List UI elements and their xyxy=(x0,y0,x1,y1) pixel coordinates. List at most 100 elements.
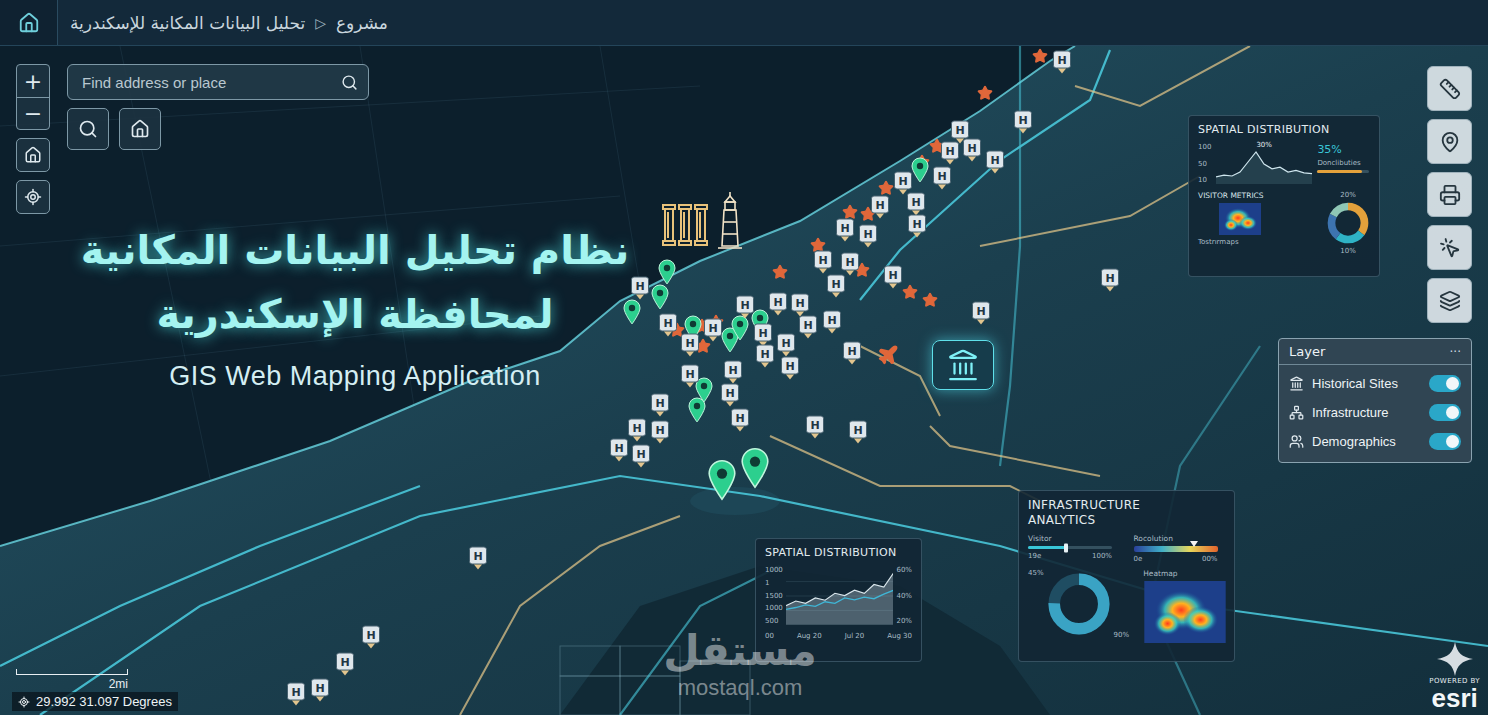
hospital-label: H xyxy=(311,679,329,697)
pin-icon xyxy=(731,315,749,341)
hospital-marker[interactable]: H xyxy=(704,319,722,342)
line-series xyxy=(786,590,894,609)
star-marker[interactable] xyxy=(922,292,938,308)
hospital-marker[interactable]: H xyxy=(336,653,354,676)
star-marker[interactable] xyxy=(902,284,918,300)
location-pin[interactable] xyxy=(688,397,706,423)
hospital-marker[interactable]: H xyxy=(884,266,902,289)
hospital-marker[interactable]: H xyxy=(933,167,951,190)
layer-toggle[interactable] xyxy=(1429,433,1461,450)
hospital-marker[interactable]: H xyxy=(610,439,628,462)
hospital-marker[interactable]: H xyxy=(823,311,841,334)
measure-button[interactable] xyxy=(1427,66,1472,111)
select-icon xyxy=(1439,237,1461,259)
y-axis: 1005010 xyxy=(1198,143,1211,185)
hospital-marker[interactable]: H xyxy=(907,193,925,216)
hospital-marker[interactable]: H xyxy=(631,277,649,300)
location-pin[interactable] xyxy=(741,447,770,489)
home-button[interactable] xyxy=(119,108,161,150)
search-field[interactable] xyxy=(67,64,369,100)
hospital-marker[interactable]: H xyxy=(651,394,669,417)
layer-menu[interactable]: ··· xyxy=(1450,345,1461,359)
line-chart-drawing xyxy=(1216,143,1312,185)
hospital-marker[interactable]: H xyxy=(1014,111,1032,134)
home-tab[interactable] xyxy=(0,0,58,45)
hospital-marker[interactable]: H xyxy=(849,421,867,444)
zoom-out-button[interactable]: − xyxy=(17,97,49,129)
slider-thumb[interactable] xyxy=(1064,543,1068,552)
location-pin[interactable] xyxy=(731,315,749,341)
hospital-label: H xyxy=(806,416,824,434)
hospital-marker[interactable]: H xyxy=(859,225,877,248)
hospital-marker[interactable]: H xyxy=(827,275,845,298)
map-view[interactable]: HHHHHHHHHHHHHHHHHHHHHHHHHHHHHHHHHHHHHHHH… xyxy=(0,46,1488,715)
hospital-marker[interactable]: H xyxy=(986,151,1004,174)
search-input[interactable] xyxy=(80,73,335,92)
hospital-marker[interactable]: H xyxy=(659,314,677,337)
location-pin[interactable] xyxy=(623,299,641,325)
hospital-marker[interactable]: H xyxy=(836,219,854,242)
location-pin[interactable] xyxy=(651,284,669,310)
hospital-marker[interactable]: H xyxy=(871,196,889,219)
breadcrumb-item[interactable]: مشروع xyxy=(336,13,388,33)
hospital-marker[interactable]: H xyxy=(894,172,912,195)
hospital-marker[interactable]: H xyxy=(754,324,772,347)
hospital-marker[interactable]: H xyxy=(843,342,861,365)
hospital-marker[interactable]: H xyxy=(1053,51,1071,74)
hospital-marker[interactable]: H xyxy=(651,421,669,444)
layer-toggle[interactable] xyxy=(1429,404,1461,421)
print-button[interactable] xyxy=(1427,172,1472,217)
hospital-marker[interactable]: H xyxy=(311,679,329,702)
hospital-marker[interactable]: H xyxy=(731,409,749,432)
location-pin[interactable] xyxy=(708,459,737,501)
location-pin[interactable] xyxy=(658,259,676,285)
hospital-label: H xyxy=(1053,51,1071,69)
hospital-marker[interactable]: H xyxy=(806,416,824,439)
hospital-marker[interactable]: H xyxy=(941,142,959,165)
hospital-label: H xyxy=(963,139,981,157)
hospital-marker[interactable]: H xyxy=(681,334,699,357)
hospital-marker[interactable]: H xyxy=(721,384,739,407)
hospital-marker[interactable]: H xyxy=(632,445,650,468)
hospital-marker[interactable]: H xyxy=(724,361,742,384)
locate-button[interactable] xyxy=(16,180,50,214)
select-button[interactable] xyxy=(1427,225,1472,270)
hospital-marker[interactable]: H xyxy=(781,357,799,380)
hospital-marker[interactable]: H xyxy=(799,316,817,339)
location-pin[interactable] xyxy=(911,157,929,183)
star-marker[interactable] xyxy=(878,180,894,196)
layer-toggle[interactable] xyxy=(1429,375,1461,392)
hospital-marker[interactable]: H xyxy=(814,251,832,274)
columns-marker[interactable] xyxy=(660,203,710,247)
star-marker[interactable] xyxy=(772,264,788,280)
hospital-marker[interactable]: H xyxy=(777,334,795,357)
hospital-marker[interactable]: H xyxy=(628,419,646,442)
layers-button[interactable] xyxy=(1427,278,1472,323)
star-marker[interactable] xyxy=(1032,48,1048,64)
hospital-marker[interactable]: H xyxy=(963,139,981,162)
star-marker[interactable] xyxy=(977,85,993,101)
hospital-marker[interactable]: H xyxy=(469,547,487,570)
hospital-marker[interactable]: H xyxy=(681,365,699,388)
top-bar: مشروع▷تحليل البيانات المكانية للإسكندرية xyxy=(0,0,1488,46)
search-button[interactable] xyxy=(67,108,109,150)
hospital-marker[interactable]: H xyxy=(756,345,774,368)
lighthouse-marker[interactable] xyxy=(715,190,745,250)
slider-track[interactable] xyxy=(1028,546,1112,549)
hospital-marker[interactable]: H xyxy=(769,293,787,316)
location-button[interactable] xyxy=(1427,119,1472,164)
museum-marker[interactable] xyxy=(932,340,994,390)
hospital-marker[interactable]: H xyxy=(972,302,990,325)
hospital-marker[interactable]: H xyxy=(287,683,305,706)
hospital-marker[interactable]: H xyxy=(841,253,859,276)
airport-marker[interactable] xyxy=(877,344,899,366)
zoom-in-button[interactable]: + xyxy=(17,65,49,97)
breadcrumb-item[interactable]: تحليل البيانات المكانية للإسكندرية xyxy=(70,13,305,33)
default-extent-button[interactable] xyxy=(16,138,50,172)
hospital-marker[interactable]: H xyxy=(736,296,754,319)
hospital-marker[interactable]: H xyxy=(362,626,380,649)
hospital-marker[interactable]: H xyxy=(791,294,809,317)
visitor-slider: Visitor19e100% xyxy=(1028,534,1120,560)
hospital-marker[interactable]: H xyxy=(1101,269,1119,292)
hospital-marker[interactable]: H xyxy=(908,215,926,238)
